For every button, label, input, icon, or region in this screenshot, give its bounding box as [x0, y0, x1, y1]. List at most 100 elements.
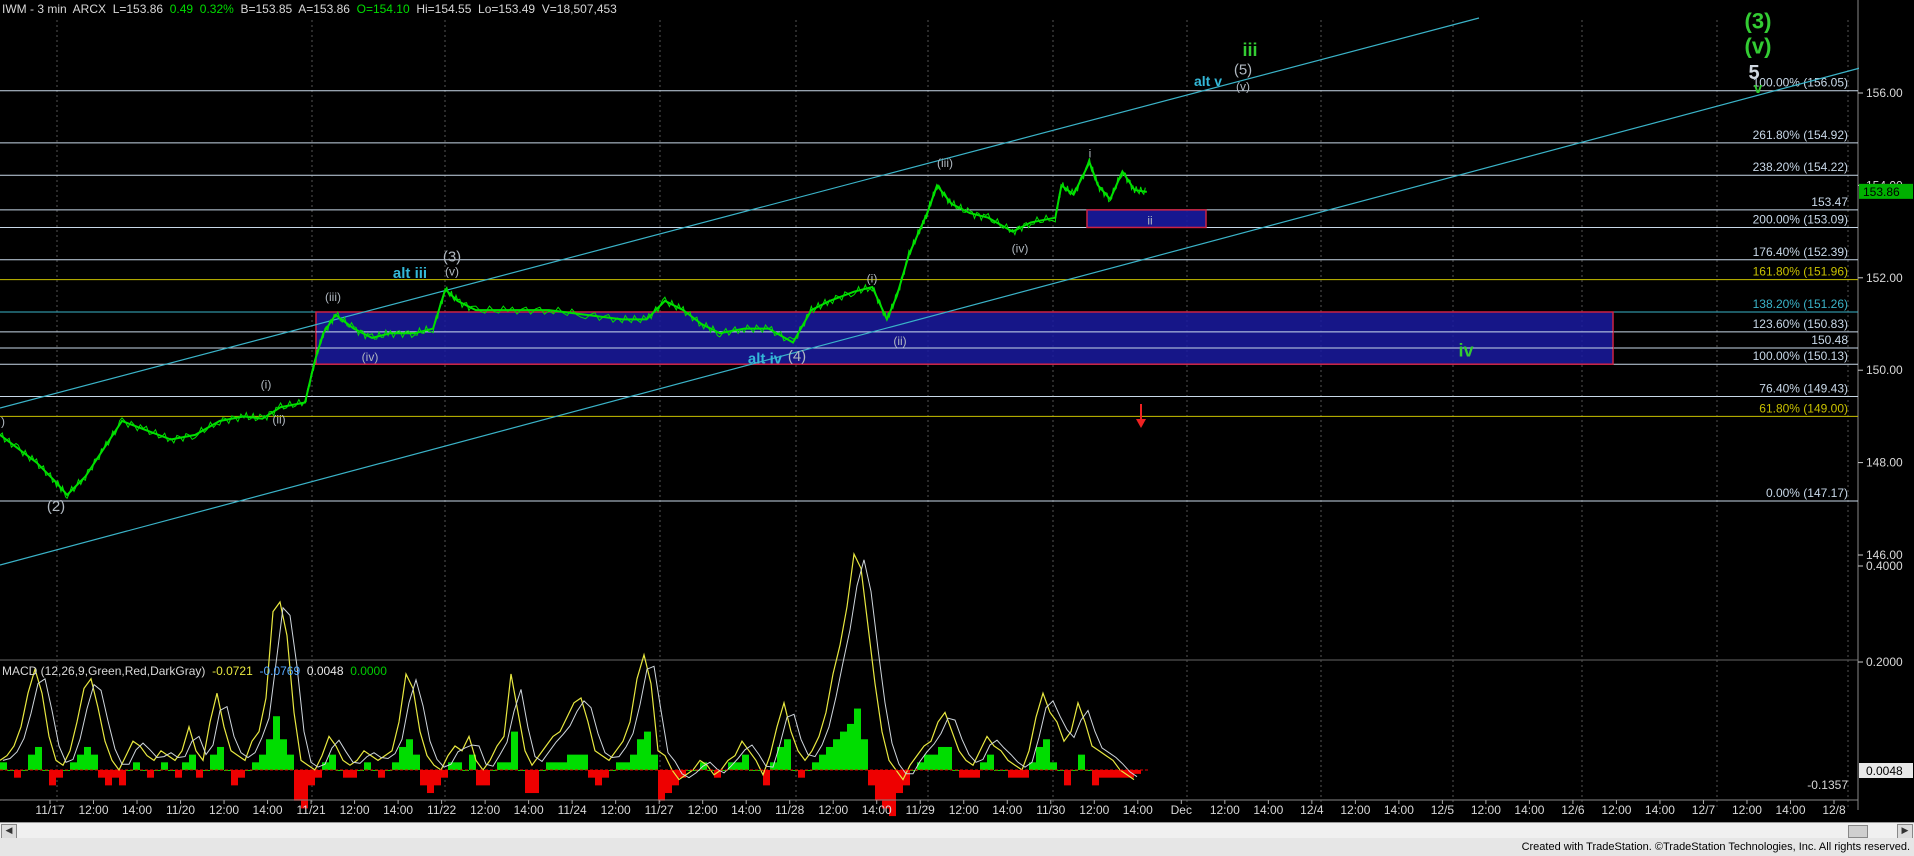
scroll-left-icon[interactable]: ◀ — [1, 824, 17, 839]
macd-histogram-bar — [665, 770, 672, 794]
macd-histogram-bar — [742, 754, 749, 770]
macd-histogram-bar — [273, 716, 280, 770]
fib-label: 176.40% (152.39) — [1753, 245, 1848, 259]
wave-label: alt iii — [393, 265, 427, 282]
macd-histogram-bar — [1134, 770, 1141, 774]
hist-value: 0.0048 — [306, 664, 344, 678]
wave-label: (i) — [867, 271, 878, 285]
wave-label: i — [1089, 147, 1092, 161]
macd-histogram-bar — [1008, 770, 1015, 778]
scroll-thumb[interactable] — [1848, 825, 1868, 838]
macd-histogram-bar — [623, 762, 630, 770]
time-tick-label: 14:00 — [992, 803, 1022, 817]
macd-histogram-bar — [931, 754, 938, 770]
macd-histogram-bar — [945, 746, 952, 770]
macd-histogram-bar — [315, 770, 322, 778]
macd-histogram-bar — [1022, 770, 1029, 778]
time-tick-label: 14:00 — [514, 803, 544, 817]
macd-last-label: -0.1357 — [1807, 778, 1848, 792]
macd-histogram-bar — [546, 762, 553, 770]
macd-histogram-bar — [868, 770, 875, 786]
macd-histogram-bar — [434, 770, 441, 786]
time-tick-label: 14:00 — [1384, 803, 1414, 817]
time-tick-label: 11/22 — [427, 803, 456, 817]
time-tick-label: Dec — [1171, 803, 1192, 817]
macd-histogram-bar — [651, 754, 658, 770]
macd-histogram-bar — [84, 746, 91, 770]
macd-histogram-bar — [133, 762, 140, 770]
macd-histogram-bar — [1099, 770, 1106, 778]
wave-label: (3) — [1745, 8, 1772, 33]
axis-bg — [1859, 0, 1914, 810]
macd-histogram-bar — [287, 754, 294, 770]
time-tick-label: 12:00 — [78, 803, 108, 817]
symbol-label: IWM - 3 min ARCX — [2, 2, 107, 16]
macd-histogram-bar — [217, 746, 224, 770]
macd-histogram-bar — [294, 770, 301, 801]
macd-histogram-bar — [49, 770, 56, 786]
ask-value: A=153.86 — [298, 2, 350, 16]
target-boxes — [315, 209, 1614, 365]
macd-histogram-bar — [406, 739, 413, 770]
macd-histogram-bar — [896, 770, 903, 794]
macd-histogram-bar — [392, 762, 399, 770]
wave-label: (iii) — [325, 290, 341, 304]
fib-label: 123.60% (150.83) — [1753, 317, 1848, 331]
wave-label: ii — [1147, 214, 1152, 228]
macd-histogram-bar — [91, 754, 98, 770]
macd-histogram-bar — [1113, 770, 1120, 778]
price-tick-label: 156.00 — [1866, 86, 1903, 100]
macd-histogram-bar — [980, 762, 987, 770]
wave-label: (iii) — [937, 156, 953, 170]
fib-label: 150.48 — [1811, 333, 1848, 347]
macd-histogram-bar — [98, 770, 105, 778]
horizontal-scrollbar[interactable]: ◀ ▶ — [0, 822, 1914, 839]
time-tick-label: 14:00 — [1775, 803, 1805, 817]
macd-value: -0.0721 — [212, 664, 253, 678]
macd-histogram-bar — [560, 762, 567, 770]
wave-label: (v) — [1236, 80, 1250, 94]
wave-label: alt iv — [748, 350, 783, 367]
macd-histogram-bar — [973, 770, 980, 778]
price-tick-label: 150.00 — [1866, 363, 1903, 377]
wave-labels: (3)(v)5viii(5)(v)alt vi(iii)ii(iv)(i)(ii… — [1, 8, 1771, 515]
macd-histogram-bar — [497, 762, 504, 770]
wave-label: (iv) — [1012, 241, 1029, 255]
macd-histogram-bar — [56, 770, 63, 778]
price-tick-label: 152.00 — [1866, 271, 1903, 285]
macd-histogram-bar — [637, 739, 644, 770]
macd-histogram-bar — [735, 762, 742, 770]
macd-histogram-bar — [917, 762, 924, 770]
scroll-right-icon[interactable]: ▶ — [1897, 824, 1913, 839]
wave-label: (2) — [47, 498, 65, 515]
macd-histogram-bar — [525, 770, 532, 794]
credit-text: Created with TradeStation. ©TradeStation… — [1521, 841, 1910, 853]
down-arrow-head-icon — [1136, 419, 1146, 428]
macd-histogram-bar — [658, 770, 665, 801]
macd-histogram-bar — [28, 754, 35, 770]
macd-histogram-bar — [966, 770, 973, 778]
change-value: 0.49 — [169, 2, 194, 16]
time-tick-label: 14:00 — [383, 803, 413, 817]
time-tick-label: 12/5 — [1431, 803, 1455, 817]
wave-label: (ii) — [893, 334, 906, 348]
time-tick-label: 14:00 — [253, 803, 283, 817]
time-tick-label: 11/29 — [906, 803, 935, 817]
macd-histogram-bar — [504, 762, 511, 770]
change-percent: 0.32% — [199, 2, 234, 16]
macd-histogram-bar — [364, 762, 371, 770]
time-tick-label: 12/7 — [1692, 803, 1716, 817]
wave-label: (iv) — [362, 350, 379, 364]
time-tick-label: 12:00 — [1340, 803, 1370, 817]
open-value: O=154.10 — [356, 2, 410, 16]
time-tick-label: 14:00 — [1514, 803, 1544, 817]
macd-histogram-bar — [252, 762, 259, 770]
wave-label: alt v — [1194, 73, 1222, 89]
macd-histogram-bar — [420, 770, 427, 786]
fib-label: 61.80% (149.00) — [1759, 401, 1848, 415]
macd-panel: 0.4000 0.2000 -0.1357 0.0048 — [0, 551, 1913, 817]
time-tick-label: 14:00 — [122, 803, 152, 817]
fib-label: 261.80% (154.92) — [1753, 128, 1848, 142]
wave-label: ) — [1, 415, 5, 429]
macd-histogram-bar — [861, 739, 868, 770]
